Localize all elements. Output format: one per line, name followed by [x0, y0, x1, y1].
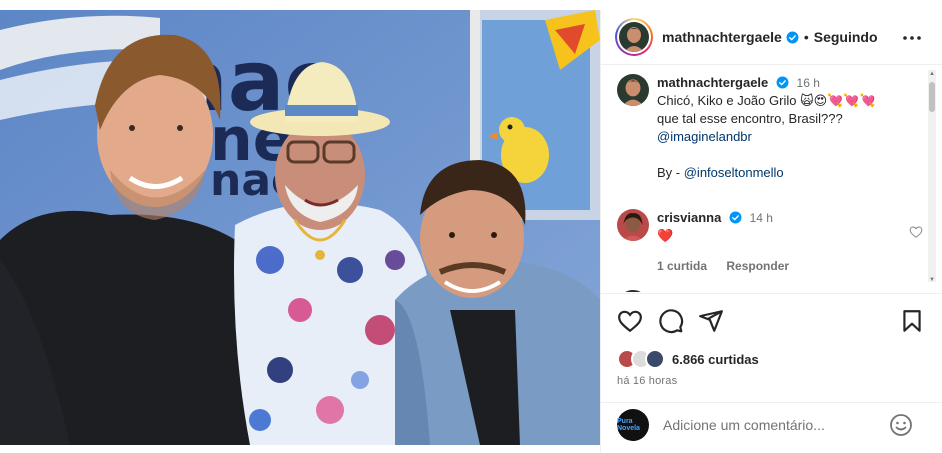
- more-horizontal-icon: [903, 36, 921, 40]
- emoji-icon[interactable]: [889, 413, 913, 437]
- more-options-button[interactable]: [901, 27, 923, 49]
- comment-time[interactable]: 14 h: [750, 211, 773, 225]
- comments-list[interactable]: mathnachtergaele 16 h Chicó, Kiko e João…: [601, 66, 942, 292]
- share-icon[interactable]: [698, 308, 724, 334]
- scroll-down-arrow-icon[interactable]: ▼: [928, 276, 936, 284]
- post-actions: 6.866 curtidas há 16 horas Pura Novela: [601, 293, 942, 453]
- header-separator: •: [803, 29, 809, 45]
- post-photo[interactable]: nao ne nao: [0, 10, 600, 445]
- liker-avatar: [645, 349, 665, 369]
- verified-badge-icon: [729, 211, 742, 224]
- comment-likes[interactable]: 1 curtida: [657, 259, 707, 273]
- mention-link[interactable]: @imaginelandbr: [657, 128, 917, 146]
- current-user-avatar: Pura Novela: [617, 408, 649, 441]
- caption-line-2: que tal esse encontro, Brasil???: [657, 111, 843, 126]
- byline-prefix: By -: [657, 165, 684, 180]
- verified-badge-icon: [776, 76, 789, 89]
- byline-mention-link[interactable]: @infoseltonmello: [684, 165, 784, 180]
- scroll-up-arrow-icon[interactable]: ▲: [928, 70, 936, 78]
- post-header: mathnachtergaele • Seguindo: [601, 10, 942, 65]
- post-timestamp[interactable]: há 16 horas: [617, 375, 677, 387]
- liker-avatars: [617, 349, 669, 369]
- reply-button[interactable]: Responder: [726, 259, 789, 273]
- commenter-avatar[interactable]: [617, 209, 649, 241]
- caption-byline: By - @infoseltonmello: [657, 164, 917, 182]
- action-icons-row: [617, 308, 927, 334]
- caption-author-avatar[interactable]: [617, 74, 649, 106]
- caption-body: mathnachtergaele 16 h Chicó, Kiko e João…: [657, 74, 917, 182]
- scrollbar-thumb[interactable]: [929, 82, 935, 112]
- comment-item: crisvianna 14 h ❤️ 1 curtida Responder: [617, 209, 923, 273]
- comment-meta: 1 curtida Responder: [657, 259, 917, 273]
- verified-badge-icon: [786, 31, 799, 43]
- comment-like-heart-icon[interactable]: [909, 225, 923, 239]
- caption-username[interactable]: mathnachtergaele: [657, 75, 768, 90]
- comment-icon[interactable]: [658, 308, 684, 334]
- commenter-username[interactable]: crisvianna: [657, 210, 721, 225]
- caption-item: mathnachtergaele 16 h Chicó, Kiko e João…: [617, 74, 917, 182]
- add-comment-bar: Pura Novela: [601, 402, 942, 446]
- author-username[interactable]: mathnachtergaele: [662, 29, 782, 45]
- author-avatar: [619, 22, 649, 52]
- author-avatar-ring[interactable]: [615, 18, 653, 56]
- caption-time[interactable]: 16 h: [797, 76, 820, 90]
- comment-body: crisvianna 14 h ❤️: [657, 209, 917, 245]
- caption-text: Chicó, Kiko e João Grilo: [657, 93, 797, 108]
- caption-emojis: 🙀😍💘💘💘: [800, 93, 876, 108]
- comments-scrollbar[interactable]: [928, 70, 936, 282]
- likes-count[interactable]: 6.866 curtidas: [672, 352, 759, 367]
- instagram-post: nao ne nao mathnachtergaele • Seguindo m…: [0, 0, 942, 453]
- bookmark-icon[interactable]: [899, 308, 925, 334]
- following-button[interactable]: Seguindo: [814, 29, 878, 45]
- heart-icon[interactable]: [617, 308, 643, 334]
- post-details-pane: mathnachtergaele • Seguindo mathnachterg…: [600, 10, 942, 453]
- next-comment-avatar[interactable]: [617, 290, 649, 292]
- comment-input[interactable]: [663, 416, 873, 433]
- post-photo-image: nao ne nao: [0, 10, 600, 445]
- caption-line-1: Chicó, Kiko e João Grilo 🙀😍💘💘💘: [657, 92, 917, 110]
- comment-text: ❤️: [657, 228, 674, 243]
- likes-summary[interactable]: 6.866 curtidas: [617, 349, 759, 369]
